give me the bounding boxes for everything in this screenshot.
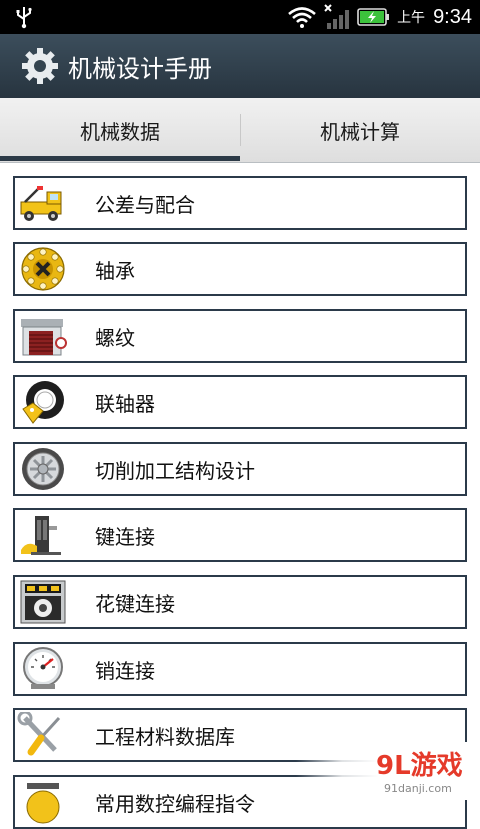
- tab-mechanical-data[interactable]: 机械数据: [0, 98, 240, 162]
- list-item-thread[interactable]: 螺纹: [13, 309, 467, 363]
- app-title: 机械设计手册: [68, 54, 212, 83]
- signal-icon: [324, 4, 350, 29]
- list-item-label: 花键连接: [95, 591, 175, 616]
- list-item-label: 键连接: [95, 524, 155, 549]
- spline-machine-icon: [20, 580, 66, 624]
- tab-bar: 机械数据 机械计算: [0, 98, 480, 163]
- gauge-icon: [23, 647, 63, 689]
- list-item-label: 工程材料数据库: [95, 724, 235, 749]
- status-ampm: 上午: [397, 10, 426, 26]
- list-item-label: 常用数控编程指令: [95, 791, 255, 816]
- watermark-url: 91danji.com: [384, 782, 452, 795]
- wheel-rim-icon: [22, 448, 64, 490]
- active-tab-indicator: [0, 156, 240, 161]
- battery-charging-icon: [357, 8, 390, 26]
- watermark: 9L游戏 91danji.com: [296, 742, 480, 800]
- watermark-text: 9L游戏: [376, 751, 463, 781]
- list-item-key[interactable]: 键连接: [13, 508, 467, 562]
- gear-icon: [22, 48, 58, 84]
- list-item-label: 销连接: [95, 658, 155, 683]
- list-item-bearing[interactable]: 轴承: [13, 242, 467, 296]
- tire-tag-icon: [22, 381, 64, 424]
- status-bar: 上午 9:34: [0, 0, 480, 34]
- app-title-bar: 机械设计手册: [0, 34, 480, 98]
- list-item-label: 联轴器: [95, 391, 155, 416]
- tab-mechanical-calc[interactable]: 机械计算: [240, 98, 480, 162]
- key-machine-icon: [21, 516, 61, 555]
- list-item-label: 公差与配合: [95, 192, 195, 217]
- tab-label: 机械数据: [80, 119, 160, 144]
- list-item-cutting[interactable]: 切削加工结构设计: [13, 442, 467, 496]
- list-item-tolerance[interactable]: 公差与配合: [13, 176, 467, 230]
- list-item-label: 切削加工结构设计: [95, 458, 255, 483]
- garage-icon: [21, 319, 67, 356]
- bearing-icon: [21, 247, 65, 291]
- tab-label: 机械计算: [320, 119, 400, 144]
- list-item-pin[interactable]: 销连接: [13, 642, 467, 696]
- list-item-label: 轴承: [95, 258, 135, 283]
- usb-icon: [16, 7, 32, 29]
- tow-truck-icon: [20, 186, 62, 221]
- wrench-screwdriver-icon: [17, 712, 61, 756]
- list-item-coupling[interactable]: 联轴器: [13, 375, 467, 429]
- list-item-spline[interactable]: 花键连接: [13, 575, 467, 629]
- list-item-label: 螺纹: [95, 325, 135, 350]
- watermark-logo: 9L游戏 91danji.com: [376, 751, 463, 795]
- cnc-icon: [26, 783, 60, 824]
- status-time: 9:34: [433, 5, 472, 28]
- wifi-icon: [288, 7, 316, 28]
